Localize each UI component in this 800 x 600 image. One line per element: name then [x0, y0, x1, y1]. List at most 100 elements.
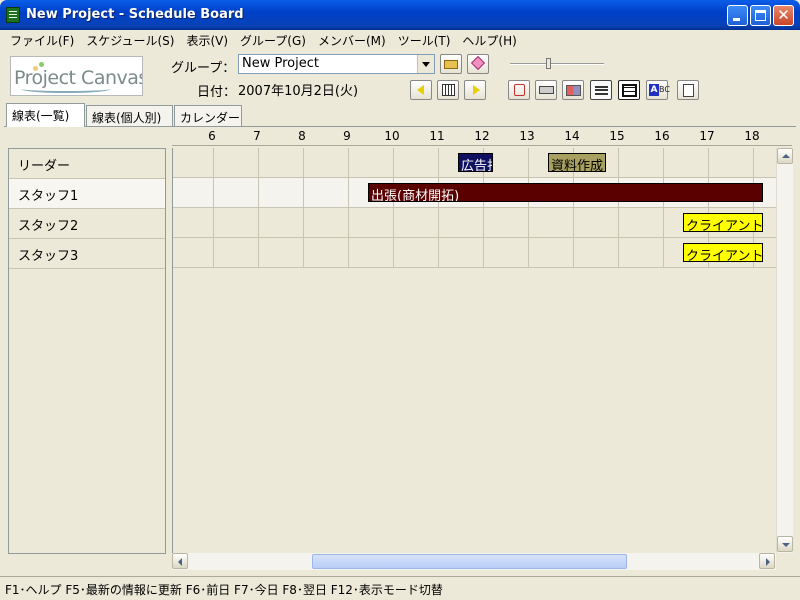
tab-calendar[interactable]: カレンダー — [174, 105, 242, 126]
member-list: リーダー スタッフ1 スタッフ2 スタッフ3 — [8, 148, 166, 554]
arrow-left-icon — [417, 85, 424, 95]
arrow-right-icon — [473, 85, 480, 95]
hour-label-8: 8 — [298, 129, 306, 143]
maximize-button[interactable] — [750, 5, 771, 26]
hour-label-7: 7 — [253, 129, 261, 143]
grid-hour-line — [663, 148, 664, 268]
status-bar: F1･ヘルプ F5･最新の情報に更新 F6･前日 F7･今日 F8･翌日 F12… — [0, 576, 800, 600]
member-row-2[interactable]: スタッフ2 — [9, 209, 165, 239]
list-view-button[interactable] — [590, 80, 612, 100]
window-title: New Project - Schedule Board — [26, 7, 244, 22]
table-icon — [622, 84, 637, 97]
next-day-button[interactable] — [464, 80, 486, 100]
scroll-left-button[interactable] — [172, 553, 188, 569]
hour-label-17: 17 — [699, 129, 715, 143]
document-icon — [683, 84, 694, 97]
menu-tools[interactable]: ツール(T) — [392, 30, 457, 50]
folder-icon — [444, 60, 458, 69]
table-view-button[interactable] — [618, 80, 640, 100]
member-row-3[interactable]: スタッフ3 — [9, 239, 165, 269]
maximize-icon — [755, 10, 766, 21]
date-label: 日付： — [197, 85, 237, 100]
schedule-event[interactable]: 資料作成 — [548, 153, 606, 172]
date-value: 2007年10月2日(火) — [238, 84, 359, 99]
schedule-event[interactable]: 広告打 — [458, 153, 493, 172]
hour-label-14: 14 — [564, 129, 580, 143]
menu-group[interactable]: グループ(G) — [234, 30, 312, 50]
grid-hour-line — [258, 148, 259, 268]
minimize-icon — [733, 18, 740, 21]
scroll-right-button[interactable] — [759, 553, 775, 569]
hour-label-6: 6 — [208, 129, 216, 143]
refresh-button[interactable] — [508, 80, 530, 100]
refresh-icon — [514, 84, 525, 96]
logo-swoosh — [21, 85, 111, 93]
grid-hour-line — [618, 148, 619, 268]
minimize-button[interactable] — [727, 5, 748, 26]
group-label: グループ： — [171, 61, 236, 76]
grid-color-icon — [566, 85, 581, 96]
scroll-up-button[interactable] — [777, 148, 793, 164]
prev-day-button[interactable] — [410, 80, 432, 100]
chevron-right-icon — [766, 558, 770, 566]
hour-label-10: 10 — [384, 129, 400, 143]
text-toggle-button[interactable]: A BC — [646, 80, 670, 100]
hour-label-9: 9 — [343, 129, 351, 143]
horizontal-scrollbar[interactable] — [172, 553, 776, 570]
open-folder-button[interactable] — [440, 54, 462, 74]
eraser-icon — [470, 55, 486, 71]
grid-hour-line — [438, 148, 439, 268]
print-button[interactable] — [535, 80, 557, 100]
close-icon: ✕ — [777, 6, 790, 24]
chevron-down-icon — [782, 543, 790, 547]
printer-icon — [539, 86, 554, 94]
tab-line-chart-personal[interactable]: 線表(個人別) — [86, 105, 173, 126]
title-bar[interactable]: New Project - Schedule Board ✕ — [0, 0, 800, 30]
lines-icon-mid — [595, 89, 608, 91]
grid-row-divider — [173, 267, 776, 268]
grid-hour-line — [528, 148, 529, 268]
zoom-slider-thumb[interactable] — [546, 58, 551, 69]
schedule-event[interactable]: クライアント打 — [683, 213, 763, 232]
abc-icon: A — [649, 84, 659, 96]
abc-icon-text: BC — [659, 85, 670, 94]
close-button[interactable]: ✕ — [773, 5, 794, 26]
menu-help[interactable]: ヘルプ(H) — [456, 30, 522, 50]
grid-hour-line — [213, 148, 214, 268]
hour-label-18: 18 — [744, 129, 760, 143]
dropdown-arrow-icon[interactable] — [417, 55, 434, 73]
grid-hour-line — [348, 148, 349, 268]
tab-line-chart-all[interactable]: 線表(一覧) — [6, 103, 85, 127]
menu-bar: ファイル(F) スケジュール(S) 表示(V) グループ(G) メンバー(M) … — [4, 30, 796, 50]
hour-label-15: 15 — [609, 129, 625, 143]
zoom-slider-track[interactable] — [510, 63, 604, 65]
vertical-scrollbar[interactable] — [776, 148, 793, 553]
grid-hour-line — [393, 148, 394, 268]
horizontal-scroll-thumb[interactable] — [312, 554, 627, 569]
project-canvas-logo: Project Canvas — [10, 56, 143, 96]
chevron-up-icon — [782, 154, 790, 158]
chevron-left-icon — [178, 558, 182, 566]
member-row-0[interactable]: リーダー — [9, 149, 165, 179]
schedule-event[interactable]: クライアント打 — [683, 243, 763, 262]
menu-schedule[interactable]: スケジュール(S) — [80, 30, 180, 50]
hour-label-11: 11 — [429, 129, 445, 143]
group-select-value: New Project — [242, 56, 319, 71]
export-button[interactable] — [677, 80, 699, 100]
scroll-down-button[interactable] — [777, 536, 793, 552]
hour-label-12: 12 — [474, 129, 490, 143]
menu-file[interactable]: ファイル(F) — [4, 30, 80, 50]
member-row-1[interactable]: スタッフ1 — [9, 179, 165, 209]
grid-view-button[interactable] — [562, 80, 584, 100]
menu-view[interactable]: 表示(V) — [180, 30, 234, 50]
calendar-button[interactable] — [437, 80, 459, 100]
group-select[interactable]: New Project — [238, 54, 435, 74]
menu-member[interactable]: メンバー(M) — [312, 30, 392, 50]
hour-header: 6 7 8 9 10 11 12 13 14 15 16 17 18 — [172, 128, 792, 146]
tab-strip-border — [4, 126, 796, 127]
schedule-event[interactable]: 出張(商材開拓) — [368, 183, 763, 202]
clear-button[interactable] — [467, 54, 489, 74]
schedule-grid[interactable]: 広告打 資料作成出張(商材開拓) クライアント打クライアント打 — [172, 148, 776, 553]
grid-hour-line — [303, 148, 304, 268]
calendar-icon — [442, 84, 455, 96]
